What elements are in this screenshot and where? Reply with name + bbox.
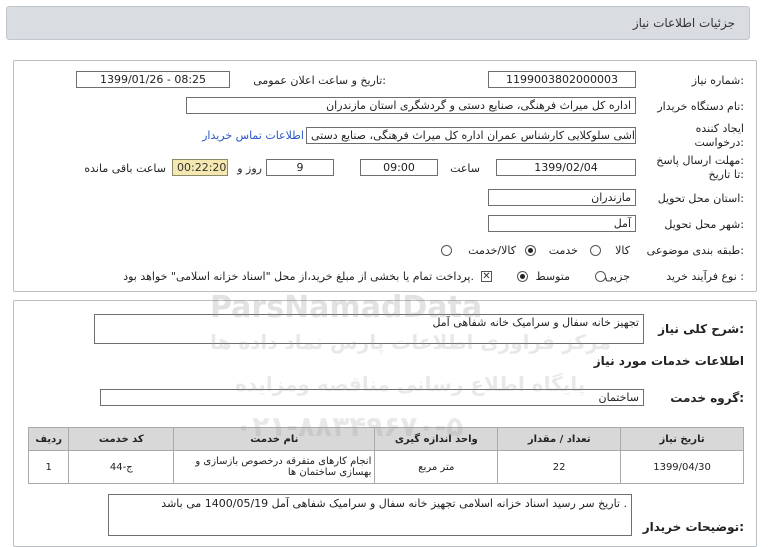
days-remaining-field: 9	[266, 159, 334, 176]
process-radio-medium[interactable]	[517, 271, 528, 282]
category-radio-goods[interactable]	[590, 245, 601, 256]
need-info-panel: شماره نیاز: 1199003802000003 تاریخ و ساع…	[13, 60, 757, 292]
watermark-line2: پایگاه اطلاع رسانی مناقصه ومزایده	[235, 372, 586, 396]
process-option-medium: متوسط	[535, 270, 570, 283]
services-section-title: اطلاعات خدمات مورد نیاز	[593, 354, 744, 368]
province-field: مازندران	[488, 189, 636, 206]
page-title: جزئیات اطلاعات نیاز	[632, 16, 735, 30]
col-header-service-code: کد خدمت	[68, 427, 175, 451]
buyer-notes-field: تاریخ سر رسید اسناد خزانه اسلامی تجهیز خ…	[108, 494, 632, 536]
cell-row-number: 1	[27, 450, 70, 484]
cell-service-code: ج-44	[68, 450, 175, 484]
category-label: طبقه بندی موضوعی:	[646, 244, 744, 257]
category-radio-goods-service[interactable]	[441, 245, 452, 256]
announce-datetime-label: تاریخ و ساعت اعلان عمومی:	[253, 74, 386, 87]
days-label: روز و	[237, 162, 262, 175]
buyer-notes-label: توضیحات خریدار:	[642, 520, 744, 534]
deadline-time-field: 09:00	[360, 159, 438, 176]
watermark-line1: مرکز فراوری اطلاعات پارس نماد داده ها	[210, 330, 611, 354]
category-radio-service[interactable]	[525, 245, 536, 256]
category-option-goods-service: کالا/خدمت	[468, 244, 516, 257]
buyer-org-field: اداره کل میراث فرهنگی، صنایع دستی و گردش…	[186, 97, 636, 114]
col-header-need-date: تاریخ نیاز	[620, 427, 744, 451]
city-field: آمل	[488, 215, 636, 232]
announce-datetime-field: 1399/01/26 - 08:25	[76, 71, 230, 88]
cell-need-date: 1399/04/30	[620, 450, 744, 484]
general-description-label: شرح کلی نیاز:	[658, 322, 744, 336]
treasury-payment-checkbox[interactable]: ✕	[481, 271, 492, 282]
creator-label-line2: درخواست:	[694, 136, 745, 149]
creator-label-line1: ایجاد کننده	[695, 122, 744, 135]
treasury-payment-note: پرداخت تمام یا بخشی از مبلغ خرید،از محل …	[123, 270, 474, 283]
process-option-minor: جزیی	[604, 270, 630, 283]
category-option-service: خدمت	[548, 244, 578, 257]
page-header: جزئیات اطلاعات نیاز	[6, 6, 750, 40]
process-label: نوع فرآیند خرید :	[666, 270, 744, 283]
buyer-org-label: نام دستگاه خریدار:	[657, 100, 744, 113]
province-label: استان محل تحویل:	[657, 192, 744, 205]
deadline-label-line1: مهلت ارسال پاسخ:	[656, 154, 744, 167]
col-header-row-number: ردیف	[27, 427, 70, 451]
need-number-label: شماره نیاز:	[691, 74, 744, 87]
cell-quantity: 22	[497, 450, 622, 484]
col-header-quantity: تعداد / مقدار	[497, 427, 622, 451]
deadline-label-line2: تا تاریخ:	[708, 168, 744, 181]
remaining-time-label: ساعت باقی مانده	[84, 162, 166, 175]
cell-service-name: انجام کارهای متفرقه درخصوص بازسازی و بهس…	[173, 450, 376, 484]
need-number-field: 1199003802000003	[488, 71, 636, 88]
table-row: 1 ج-44 انجام کارهای متفرقه درخصوص بازساز…	[27, 450, 744, 484]
creator-field: امین داداشی سلوکلایی کارشناس عمران اداره…	[306, 127, 636, 144]
remaining-time-field: 00:22:20	[172, 159, 228, 176]
category-option-goods: کالا	[615, 244, 630, 257]
city-label: شهر محل تحویل:	[664, 218, 744, 231]
cell-unit: متر مربع	[374, 450, 499, 484]
deadline-date-field: 1399/02/04	[496, 159, 636, 176]
watermark-phone: ۰۲۱-۸۸۳۴۹۶۷۰-۵	[235, 410, 464, 443]
deadline-time-label: ساعت	[450, 162, 480, 175]
watermark-brand: ParsNamadData	[210, 290, 483, 325]
buyer-contact-link[interactable]: اطلاعات تماس خریدار	[202, 129, 304, 142]
service-group-label: گروه خدمت:	[670, 391, 744, 405]
